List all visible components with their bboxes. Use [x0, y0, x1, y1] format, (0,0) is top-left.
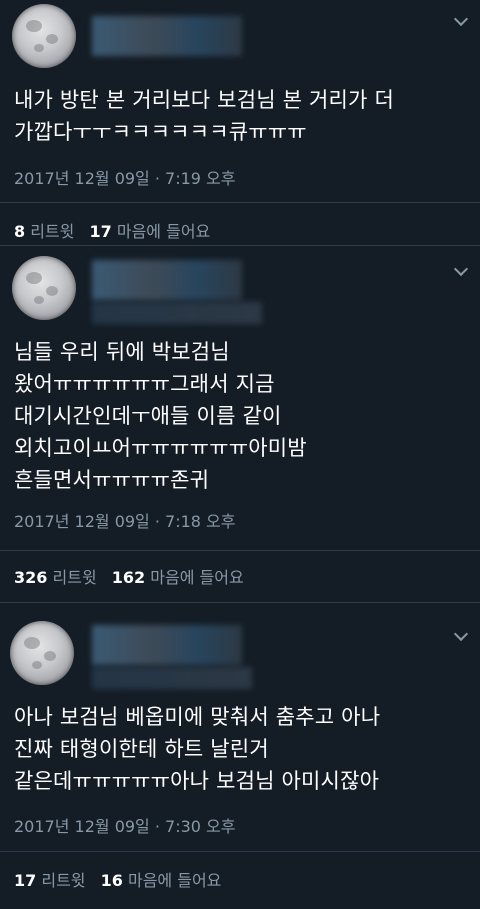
tweet-stats: 17 리트윗 16 마음에 들어요	[14, 867, 221, 891]
tweet[interactable]: 님들 우리 뒤에 박보검님 왔어ㅠㅠㅠㅠㅠㅠ그래서 지금 대기시간인데ㅜ애들 이…	[0, 246, 480, 603]
tweet-stats: 326 리트윗 162 마음에 들어요	[14, 564, 244, 588]
divider	[0, 550, 480, 551]
retweet-count[interactable]: 8	[14, 222, 25, 241]
author-handle-redacted	[92, 667, 252, 689]
tweet[interactable]: 아나 보검님 베옵미에 맞춰서 춤추고 아나 진짜 태형이한테 하트 날린거 같…	[0, 603, 480, 909]
chevron-down-icon[interactable]	[453, 261, 469, 277]
divider	[0, 851, 480, 852]
retweet-label[interactable]: 리트윗	[30, 222, 74, 241]
moon-avatar-icon[interactable]	[12, 4, 76, 68]
tweet-timestamp: 2017년 12월 09일 · 7:19 오후	[14, 169, 236, 188]
like-label[interactable]: 마음에 들어요	[150, 568, 243, 587]
tweet[interactable]: 내가 방탄 본 거리보다 보검님 본 거리가 더 가깝다ㅜㅜㅋㅋㅋㅋㅋㅋ큐ㅠㅠㅠ…	[0, 0, 480, 246]
like-count[interactable]: 162	[112, 568, 145, 587]
retweet-label[interactable]: 리트윗	[53, 568, 97, 587]
tweet-timestamp: 2017년 12월 09일 · 7:30 오후	[14, 817, 236, 836]
like-count[interactable]: 16	[101, 871, 123, 890]
tweet-timestamp: 2017년 12월 09일 · 7:18 오후	[14, 512, 236, 531]
like-label[interactable]: 마음에 들어요	[117, 222, 210, 241]
divider	[0, 202, 480, 203]
moon-avatar-icon[interactable]	[12, 256, 76, 320]
author-name-redacted	[92, 260, 242, 300]
tweet-text: 내가 방탄 본 거리보다 보검님 본 거리가 더 가깝다ㅜㅜㅋㅋㅋㅋㅋㅋ큐ㅠㅠㅠ	[14, 88, 394, 144]
author-name-redacted	[92, 16, 242, 56]
moon-avatar-icon[interactable]	[10, 621, 74, 685]
tweet-stats: 8 리트윗 17 마음에 들어요	[14, 218, 210, 242]
retweet-label[interactable]: 리트윗	[41, 871, 85, 890]
chevron-down-icon[interactable]	[453, 626, 469, 642]
author-name-redacted	[92, 625, 242, 665]
like-label[interactable]: 마음에 들어요	[128, 871, 221, 890]
retweet-count[interactable]: 326	[14, 568, 47, 587]
author-handle-redacted	[92, 302, 262, 324]
chevron-down-icon[interactable]	[453, 11, 469, 27]
retweet-count[interactable]: 17	[14, 871, 36, 890]
tweet-text: 님들 우리 뒤에 박보검님 왔어ㅠㅠㅠㅠㅠㅠ그래서 지금 대기시간인데ㅜ애들 이…	[14, 340, 307, 492]
like-count[interactable]: 17	[90, 222, 112, 241]
tweet-text: 아나 보검님 베옵미에 맞춰서 춤추고 아나 진짜 태형이한테 하트 날린거 같…	[14, 705, 381, 793]
